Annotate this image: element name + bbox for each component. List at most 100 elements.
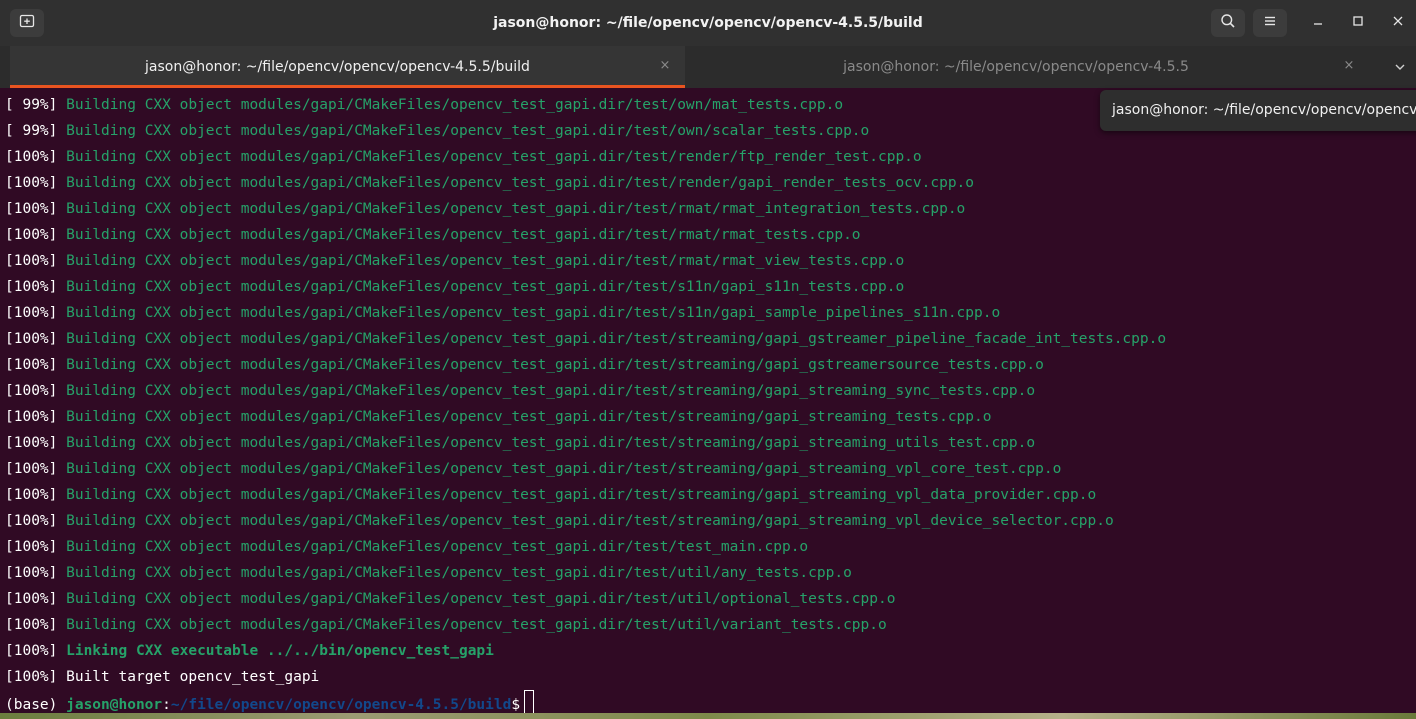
terminal-line: [100%] Building CXX object modules/gapi/… [5,534,808,560]
progress-percent: [100%] [5,539,58,555]
progress-percent: [100%] [5,253,58,269]
build-message: Building CXX object modules/gapi/CMakeFi… [57,123,870,139]
progress-percent: [100%] [5,591,58,607]
progress-percent: [100%] [5,227,58,243]
terminal-line: [100%] Building CXX object modules/gapi/… [5,326,1166,352]
progress-percent: [100%] [5,201,58,217]
progress-percent: [100%] [5,279,58,295]
terminal-line: [100%] Built target opencv_test_gapi [5,664,319,690]
build-message: Building CXX object modules/gapi/CMakeFi… [57,513,1114,529]
terminal-line: [100%] Building CXX object modules/gapi/… [5,560,852,586]
terminal-line: [100%] Building CXX object modules/gapi/… [5,430,1035,456]
terminal-line: [100%] Building CXX object modules/gapi/… [5,352,1044,378]
terminal-window: jason@honor: ~/file/opencv/opencv/opencv… [0,0,1416,719]
maximize-icon [1352,15,1364,31]
progress-percent: [100%] [5,357,58,373]
build-message: Building CXX object modules/gapi/CMakeFi… [57,487,1097,503]
progress-percent: [100%] [5,383,58,399]
search-icon [1220,13,1236,33]
build-message: Building CXX object modules/gapi/CMakeFi… [57,305,1001,321]
terminal-line: [100%] Building CXX object modules/gapi/… [5,456,1061,482]
terminal-line: [100%] Building CXX object modules/gapi/… [5,508,1114,534]
tab-label: jason@honor: ~/file/opencv/opencv/opencv… [843,59,1189,75]
terminal-line: [100%] Building CXX object modules/gapi/… [5,482,1096,508]
tab-close-icon[interactable]: × [1339,46,1359,88]
build-message: Building CXX object modules/gapi/CMakeFi… [57,539,809,555]
progress-percent: [100%] [5,513,58,529]
tab-opencv[interactable]: jason@honor: ~/file/opencv/opencv/opencv… [685,46,1377,88]
progress-percent: [100%] [5,331,58,347]
build-message: Building CXX object modules/gapi/CMakeFi… [57,357,1044,373]
build-message: Building CXX object modules/gapi/CMakeFi… [57,149,922,165]
build-message: Built target opencv_test_gapi [57,669,320,685]
terminal-line: [100%] Building CXX object modules/gapi/… [5,612,887,638]
build-message: Building CXX object modules/gapi/CMakeFi… [57,461,1062,477]
progress-percent: [100%] [5,487,58,503]
progress-percent: [100%] [5,175,58,191]
menu-button[interactable] [1253,9,1287,37]
title-bar: jason@honor: ~/file/opencv/opencv/opencv… [0,0,1416,46]
progress-percent: [100%] [5,409,58,425]
window-title: jason@honor: ~/file/opencv/opencv/opencv… [493,15,923,31]
tab-close-icon[interactable]: × [655,46,675,88]
terminal-line: [100%] Building CXX object modules/gapi/… [5,274,904,300]
progress-percent: [ 99%] [5,97,58,113]
chevron-down-icon [1394,58,1406,77]
build-message: Building CXX object modules/gapi/CMakeFi… [57,435,1036,451]
terminal-line: [100%] Building CXX object modules/gapi/… [5,222,861,248]
terminal-line: [100%] Building CXX object modules/gapi/… [5,170,974,196]
tab-build[interactable]: jason@honor: ~/file/opencv/opencv/opencv… [10,46,685,88]
progress-percent: [100%] [5,669,58,685]
tab-list-button[interactable] [1388,46,1412,88]
build-message: Building CXX object modules/gapi/CMakeFi… [57,409,992,425]
build-message: Building CXX object modules/gapi/CMakeFi… [57,253,905,269]
terminal-line: [100%] Building CXX object modules/gapi/… [5,586,895,612]
progress-percent: [100%] [5,461,58,477]
build-message: Building CXX object modules/gapi/CMakeFi… [57,617,887,633]
prompt-user: jason@honor [66,697,163,713]
build-message: Building CXX object modules/gapi/CMakeFi… [57,227,861,243]
build-message: Building CXX object modules/gapi/CMakeFi… [57,175,975,191]
terminal-line: [100%] Building CXX object modules/gapi/… [5,300,1000,326]
build-message: Building CXX object modules/gapi/CMakeFi… [57,591,896,607]
minimize-button[interactable] [1304,9,1332,37]
build-message: Building CXX object modules/gapi/CMakeFi… [57,97,844,113]
progress-percent: [100%] [5,643,58,659]
minimize-icon [1312,15,1324,31]
build-message: Building CXX object modules/gapi/CMakeFi… [57,279,905,295]
tab-tooltip: jason@honor: ~/file/opencv/opencv/opencv… [1100,90,1416,131]
build-message: Linking CXX executable ../../bin/opencv_… [57,643,494,659]
terminal-line: [100%] Building CXX object modules/gapi/… [5,378,1035,404]
terminal-line: [ 99%] Building CXX object modules/gapi/… [5,92,843,118]
progress-percent: [100%] [5,565,58,581]
hamburger-menu-icon [1263,14,1277,32]
prompt-symbol: $ [511,697,521,713]
build-message: Building CXX object modules/gapi/CMakeFi… [57,201,966,217]
terminal-line: [100%] Building CXX object modules/gapi/… [5,248,904,274]
terminal-line: [100%] Building CXX object modules/gapi/… [5,196,965,222]
conda-env: (base) [5,697,67,713]
prompt-separator: : [162,697,171,713]
desktop-background [0,713,1416,719]
build-message: Building CXX object modules/gapi/CMakeFi… [57,383,1036,399]
progress-percent: [100%] [5,617,58,633]
text-cursor [524,690,535,714]
progress-percent: [100%] [5,305,58,321]
terminal-line: [100%] Building CXX object modules/gapi/… [5,144,922,170]
terminal-line: [100%] Building CXX object modules/gapi/… [5,404,991,430]
search-button[interactable] [1211,9,1245,37]
terminal-line: [100%] Linking CXX executable ../../bin/… [5,638,494,664]
close-button[interactable] [1384,9,1412,37]
close-icon [1392,15,1404,31]
build-message: Building CXX object modules/gapi/CMakeFi… [57,331,1167,347]
tab-label: jason@honor: ~/file/opencv/opencv/opencv… [145,59,530,75]
build-message: Building CXX object modules/gapi/CMakeFi… [57,565,852,581]
maximize-button[interactable] [1344,9,1372,37]
tab-bar: jason@honor: ~/file/opencv/opencv/opencv… [0,46,1416,88]
prompt-path: ~/file/opencv/opencv/opencv-4.5.5/build [170,697,512,713]
terminal-line: [ 99%] Building CXX object modules/gapi/… [5,118,869,144]
progress-percent: [100%] [5,149,58,165]
terminal-output[interactable]: [ 99%] Building CXX object modules/gapi/… [3,92,1413,719]
progress-percent: [100%] [5,435,58,451]
progress-percent: [ 99%] [5,123,58,139]
